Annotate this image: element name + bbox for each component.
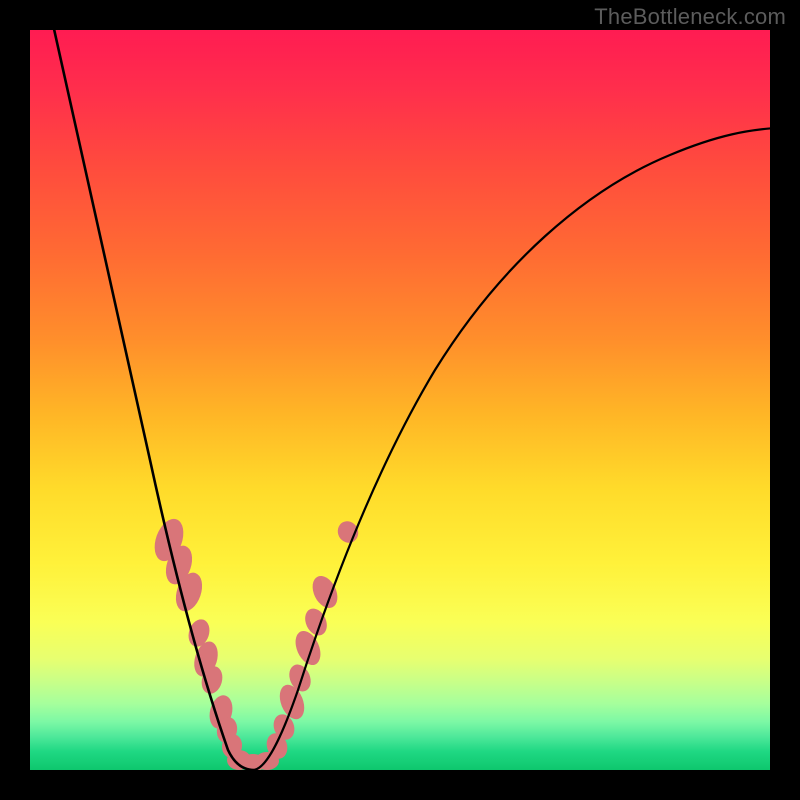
watermark-text: TheBottleneck.com [594, 4, 786, 30]
left-curve [52, 30, 254, 770]
marker-blob [334, 518, 362, 547]
chart-svg [30, 30, 770, 770]
marker-group-left [149, 515, 243, 760]
right-curve [254, 128, 770, 770]
chart-frame [30, 30, 770, 770]
